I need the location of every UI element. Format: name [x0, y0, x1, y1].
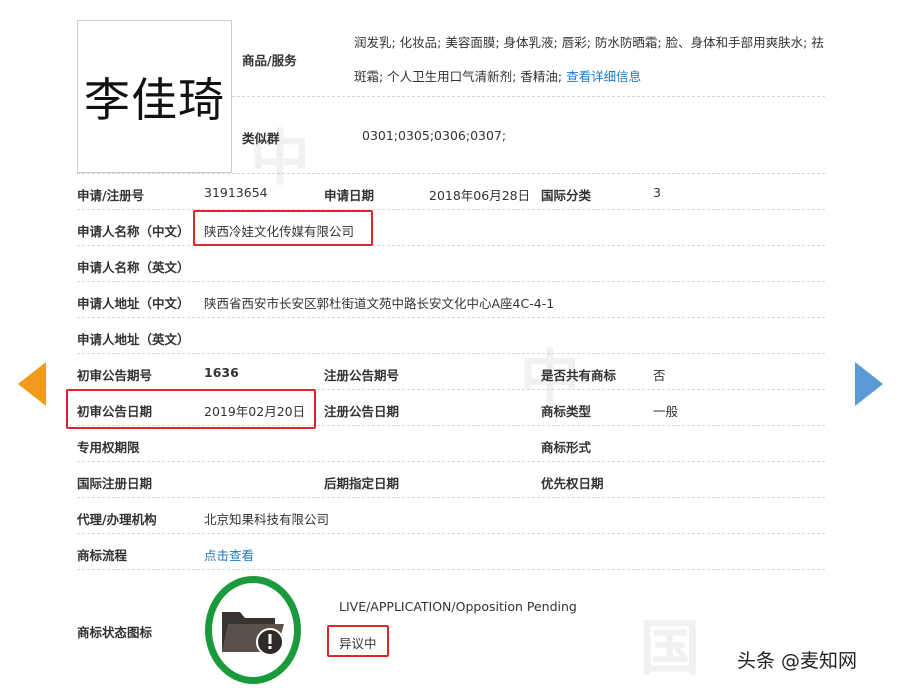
similar-group-value: 0301;0305;0306;0307; — [362, 128, 507, 143]
field-value: 2018年06月28日 — [429, 188, 531, 203]
next-arrow-icon[interactable] — [855, 362, 883, 406]
goods-label: 商品/服务 — [242, 53, 297, 68]
field-value: 一般 — [653, 404, 679, 419]
table-row: 申请人名称（英文） — [77, 246, 825, 282]
process-link[interactable]: 点击查看 — [204, 545, 254, 564]
field-label: 国际分类 — [541, 188, 592, 203]
field-label: 注册公告日期 — [324, 404, 400, 419]
field-label: 申请/注册号 — [77, 188, 145, 203]
field-label: 后期指定日期 — [324, 476, 400, 491]
table-row: 初审公告期号 1636 注册公告期号 是否共有商标 否 — [77, 354, 825, 390]
field-value: 否 — [653, 368, 666, 383]
trademark-image: 李佳琦 — [77, 20, 232, 173]
status-icon-label: 商标状态图标 — [77, 625, 153, 640]
table-row: 申请人地址（中文） 陕西省西安市长安区郭杜街道文苑中路长安文化中心A座4C-4-1 — [77, 282, 825, 318]
field-label: 优先权日期 — [541, 476, 604, 491]
field-label: 商标流程 — [77, 548, 128, 563]
field-label: 申请人名称（中文） — [77, 224, 190, 239]
status-cn: 异议中 — [339, 636, 377, 651]
similar-group-label: 类似群 — [242, 131, 280, 146]
field-label: 代理/办理机构 — [77, 512, 157, 527]
field-label: 初审公告期号 — [77, 368, 153, 383]
table-row: 专用权期限 商标形式 — [77, 426, 825, 462]
goods-line2: 斑霜; 个人卫生用口气清新剂; 香精油; — [354, 69, 563, 84]
field-label: 商标形式 — [541, 440, 592, 455]
highlight-applicant — [193, 210, 373, 246]
field-label: 申请日期 — [324, 188, 375, 203]
field-value: 31913654 — [204, 185, 268, 200]
field-label: 申请人名称（英文） — [77, 260, 190, 275]
field-value: 3 — [653, 185, 661, 200]
table-row: 申请人名称（中文） 陕西冷娃文化传媒有限公司 — [77, 210, 825, 246]
table-row: 国际注册日期 后期指定日期 优先权日期 — [77, 462, 825, 498]
field-label: 注册公告期号 — [324, 368, 400, 383]
highlight-publication-date — [66, 389, 316, 429]
watermark-text: 头条 @麦知网 — [737, 650, 858, 672]
table-row: 商标流程 点击查看 — [77, 534, 825, 570]
table-row: 代理/办理机构 北京知果科技有限公司 — [77, 498, 825, 534]
status-en: LIVE/APPLICATION/Opposition Pending — [339, 599, 577, 614]
field-label: 国际注册日期 — [77, 476, 153, 491]
field-value: 1636 — [204, 365, 239, 380]
field-label: 申请人地址（英文） — [77, 332, 190, 347]
field-label: 是否共有商标 — [541, 368, 617, 383]
table-row: 申请人地址（英文） — [77, 318, 825, 354]
table-row: 申请/注册号 31913654 申请日期 2018年06月28日 国际分类 3 — [77, 174, 825, 210]
field-label: 商标类型 — [541, 404, 592, 419]
field-label: 申请人地址（中文） — [77, 296, 190, 311]
field-value: 陕西省西安市长安区郭杜街道文苑中路长安文化中心A座4C-4-1 — [204, 296, 555, 311]
goods-detail-link[interactable]: 查看详细信息 — [566, 69, 641, 84]
field-value: 北京知果科技有限公司 — [204, 512, 330, 527]
status-folder-icon — [205, 576, 301, 684]
field-label: 专用权期限 — [77, 440, 140, 455]
goods-line1: 润发乳; 化妆品; 美容面膜; 身体乳液; 唇彩; 防水防晒霜; 脸、身体和手部… — [354, 35, 824, 50]
prev-arrow-icon[interactable] — [18, 362, 46, 406]
